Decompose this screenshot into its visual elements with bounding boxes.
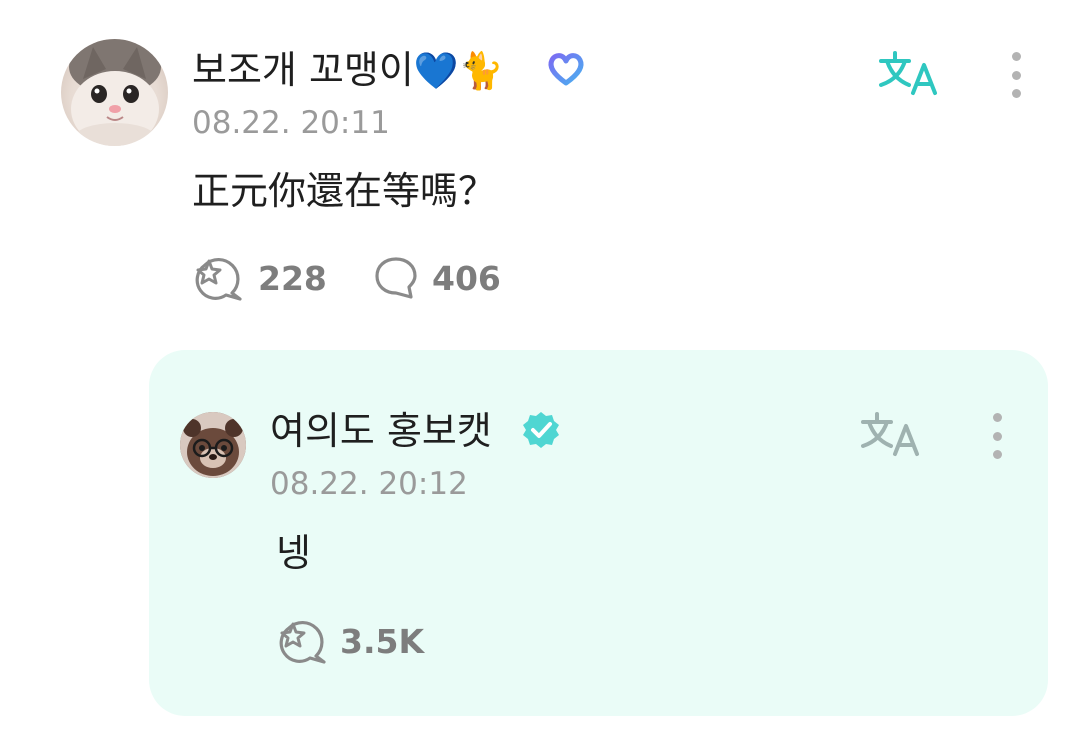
post-more-button[interactable]	[1006, 52, 1026, 98]
more-dot-icon	[1011, 52, 1021, 61]
post-author-name[interactable]: 보조개 꼬맹이💙🐈	[192, 51, 504, 90]
like-sparkle-icon	[279, 620, 326, 664]
more-dot-icon	[1011, 89, 1021, 98]
cat-emoji-icon: 🐈	[458, 51, 504, 92]
more-dot-icon	[992, 450, 1002, 459]
bear-avatar-icon	[180, 412, 246, 478]
post-translate-button[interactable]	[876, 48, 942, 100]
more-dot-icon	[1011, 70, 1021, 80]
reply-like-count: 3.5K	[340, 621, 425, 661]
verified-badge-icon	[523, 412, 559, 448]
reply-timestamp: 08.22. 20:12	[270, 466, 468, 502]
cat-avatar-icon	[69, 39, 161, 146]
like-sparkle-icon	[195, 257, 242, 301]
reply-content: 넹	[276, 531, 311, 575]
reply-avatar[interactable]	[180, 412, 246, 478]
post-comment-count: 406	[432, 258, 501, 298]
reply-author-name[interactable]: 여의도 홍보캣	[270, 412, 492, 450]
post-content: 正元你還在等嗎？	[192, 169, 497, 213]
post-timestamp: 08.22. 20:11	[192, 105, 390, 141]
more-dot-icon	[992, 431, 1002, 441]
reply-translate-button[interactable]	[858, 409, 924, 461]
post-comment-button[interactable]: 406	[373, 255, 501, 301]
translate-icon	[879, 51, 937, 95]
blue-heart-icon: 💙	[413, 51, 459, 92]
heart-badge-icon	[548, 53, 584, 86]
post-avatar[interactable]	[61, 39, 168, 146]
post-like-count: 228	[258, 258, 327, 298]
translate-icon	[861, 412, 919, 456]
comment-bubble-icon	[375, 257, 417, 299]
reply-like-button[interactable]: 3.5K	[276, 618, 424, 664]
reply-more-button[interactable]	[987, 413, 1007, 459]
post-author-label: 보조개 꼬맹이	[192, 48, 414, 92]
post-like-button[interactable]: 228	[192, 255, 327, 301]
more-dot-icon	[992, 413, 1002, 422]
